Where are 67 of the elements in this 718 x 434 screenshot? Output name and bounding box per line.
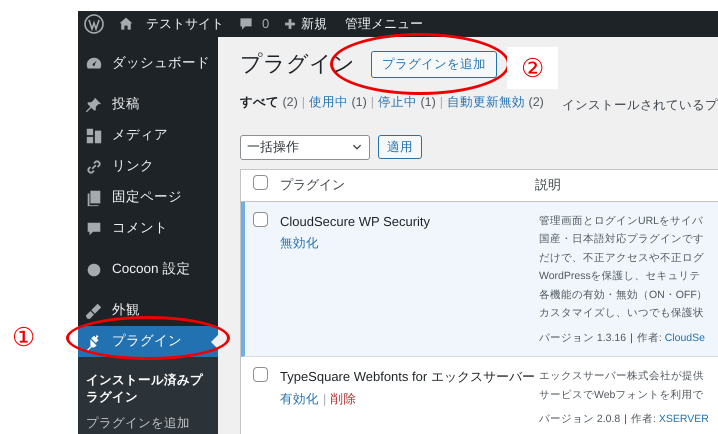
description-line: WordPressを保護し、セキュリテ — [539, 269, 702, 284]
action-link[interactable]: 有効化 — [280, 392, 319, 406]
description-text: インストールされているプ — [562, 96, 718, 114]
plugin-name: TypeSquare Webfonts for エックスサーバー — [280, 368, 535, 386]
submenu-item[interactable]: プラグインを追加 — [86, 412, 218, 434]
apply-button[interactable]: 適用 — [378, 134, 422, 160]
description-line: エックスサーバー株式会社が提供 — [539, 369, 705, 384]
plugin-name: CloudSecure WP Security — [280, 212, 430, 231]
pin-icon — [85, 96, 103, 114]
row-checkbox[interactable] — [253, 212, 268, 226]
bulk-action-select[interactable]: 一括操作 — [240, 134, 370, 160]
sidebar-item[interactable]: 固定ページ — [78, 182, 218, 213]
sidebar-item[interactable]: メディア — [78, 120, 218, 151]
sidebar-item[interactable]: Cocoon 設定 — [78, 254, 218, 285]
site-name[interactable]: テストサイト — [146, 14, 224, 34]
row-checkbox[interactable] — [253, 367, 268, 382]
annotation-number: ② — [507, 47, 558, 89]
plus-icon — [283, 17, 298, 31]
separator: | — [370, 94, 374, 111]
home-icon — [118, 16, 134, 32]
new-menu-link[interactable]: 新規 — [301, 14, 328, 34]
brush-icon — [85, 302, 103, 320]
submenu-item[interactable]: インストール済みプラグイン — [86, 369, 218, 412]
link-icon — [85, 158, 103, 176]
sidebar-item[interactable]: 外観 — [78, 295, 218, 326]
wordpress-logo-icon — [84, 14, 104, 34]
description-line: 国産・日本語対応プラグインです — [539, 232, 705, 247]
author-label: 作者: — [636, 332, 663, 344]
separator: | — [302, 94, 306, 111]
description-line: だけで、不正アクセスや不正ログ — [539, 250, 705, 266]
description-line: サービスでWebフォントを利用で — [539, 388, 704, 403]
annotation-number: ① — [12, 324, 35, 350]
description-line: カスタマイズし、いつでも保護状 — [539, 306, 705, 321]
version-text: バージョン 2.0.8 — [539, 413, 620, 426]
comment-icon — [238, 16, 254, 32]
sidebar-item[interactable]: 投稿 — [78, 89, 218, 120]
column-header: プラグイン — [280, 176, 345, 194]
filter-link[interactable]: 自動更新無効 (2) — [447, 92, 544, 112]
filter-link[interactable]: すべて (2) — [240, 92, 298, 112]
author-label: 作者: — [631, 413, 657, 426]
page-title: プラグイン — [240, 51, 355, 78]
separator: | — [440, 94, 444, 111]
sidebar-item[interactable]: コメント — [78, 213, 218, 244]
sidebar-item[interactable]: プラグイン — [78, 326, 218, 357]
filter-link[interactable]: 停止中 (1) — [378, 92, 436, 112]
sidebar-item[interactable]: リンク — [78, 151, 218, 182]
description-line: 管理画面とログインURLをサイバ — [539, 214, 704, 228]
media-icon — [85, 126, 103, 144]
filter-link[interactable]: 使用中 (1) — [309, 92, 367, 112]
admin-menu-link[interactable]: 管理メニュー — [345, 14, 424, 34]
column-header: 説明 — [535, 177, 561, 192]
separator: | — [323, 392, 326, 406]
comment-count[interactable]: 0 — [262, 14, 270, 34]
version-text: バージョン 1.3.16 — [539, 332, 626, 344]
delete-link[interactable]: 削除 — [330, 392, 356, 406]
pages-icon — [85, 188, 103, 206]
action-link[interactable]: 無効化 — [280, 236, 319, 250]
comment-icon — [85, 220, 103, 238]
separator: | — [624, 413, 628, 426]
separator: | — [630, 332, 633, 344]
circle-icon — [85, 260, 103, 278]
author-link[interactable]: XSERVER — [658, 413, 709, 426]
author-link[interactable]: CloudSe — [664, 332, 705, 344]
select-all-checkbox[interactable] — [253, 175, 268, 190]
add-plugin-button[interactable]: プラグインを追加 — [371, 51, 497, 78]
description-line: 各機能の有効・無効（ON・OFF） — [539, 288, 709, 302]
sidebar-item[interactable]: ダッシュボード — [78, 48, 218, 79]
